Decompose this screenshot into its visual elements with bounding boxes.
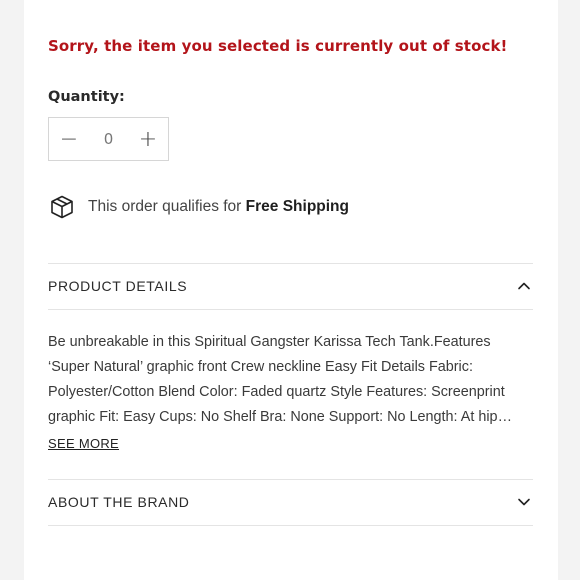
product-panel: Sorry, the item you selected is currentl… (24, 0, 558, 580)
increment-button[interactable]: + (128, 118, 168, 160)
chevron-down-icon (515, 493, 533, 511)
package-box-icon (48, 193, 76, 221)
free-shipping-label: Free Shipping (245, 198, 349, 215)
shipping-prefix: This order qualifies for (88, 198, 246, 215)
quantity-value[interactable]: 0 (89, 130, 128, 148)
see-more-link[interactable]: SEE MORE (48, 436, 119, 451)
quantity-stepper: − 0 + (48, 117, 169, 161)
about-brand-toggle[interactable]: ABOUT THE BRAND (48, 480, 533, 524)
about-brand-title: ABOUT THE BRAND (48, 494, 190, 510)
decrement-button[interactable]: − (49, 118, 89, 160)
divider (48, 309, 533, 310)
product-details-toggle[interactable]: PRODUCT DETAILS (48, 264, 533, 308)
quantity-label: Quantity: (48, 89, 125, 105)
product-description: Be unbreakable in this Spiritual Gangste… (48, 334, 505, 425)
chevron-up-icon (515, 277, 533, 295)
divider (48, 525, 533, 526)
free-shipping-notice: This order qualifies for Free Shipping (48, 193, 349, 221)
out-of-stock-message: Sorry, the item you selected is currentl… (48, 37, 508, 55)
shipping-text: This order qualifies for Free Shipping (88, 198, 349, 216)
product-details-title: PRODUCT DETAILS (48, 278, 188, 294)
